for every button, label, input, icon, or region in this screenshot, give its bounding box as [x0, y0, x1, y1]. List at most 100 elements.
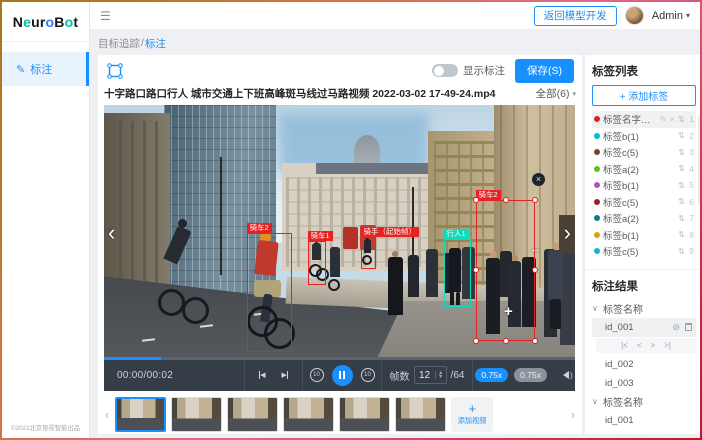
- resize-handle[interactable]: [503, 197, 509, 203]
- speed-pill[interactable]: 0.75x: [514, 368, 547, 382]
- video-thumbnail[interactable]: [395, 397, 446, 432]
- tag-shortcut: 7: [688, 213, 694, 223]
- thumbs-prev-arrow[interactable]: ‹: [104, 407, 110, 422]
- tag-row[interactable]: 标签b(1) ⇅ 8: [592, 227, 696, 244]
- tag-row[interactable]: 标签名字最长数... ✎ × ⇅ 1: [592, 111, 696, 128]
- resize-handle[interactable]: [503, 338, 509, 344]
- tag-row[interactable]: 标签c(5) ⇅ 3: [592, 144, 696, 161]
- video-thumbnail[interactable]: [171, 397, 222, 432]
- video-thumbnail[interactable]: [283, 397, 334, 432]
- spin-down-icon[interactable]: ▼: [438, 375, 443, 379]
- pause-button[interactable]: [332, 365, 353, 386]
- pager-next[interactable]: >: [651, 341, 656, 350]
- scrollbar[interactable]: [698, 115, 700, 205]
- bbox-rider2[interactable]: 骑车2: [247, 233, 292, 352]
- scene-roof: [316, 163, 432, 174]
- result-item[interactable]: id_001: [592, 411, 696, 430]
- add-tag-button[interactable]: + 添加标签: [592, 85, 696, 106]
- resize-cursor-icon: ↔: [530, 243, 541, 255]
- bbox-rider1[interactable]: 骑车1: [308, 241, 326, 285]
- thumbs-next-arrow[interactable]: ›: [570, 407, 576, 422]
- logo-letter: N: [13, 14, 23, 30]
- speed-pill-active[interactable]: 0.75x: [475, 368, 508, 382]
- rect-select-tool-icon[interactable]: [106, 62, 124, 80]
- result-group-name: 标签名称: [603, 301, 643, 316]
- tag-shortcut: 6: [688, 197, 694, 207]
- back-to-model-dev-button[interactable]: 返回模型开发: [534, 6, 617, 26]
- edit-icon[interactable]: ✎: [660, 114, 667, 125]
- resize-handle[interactable]: [532, 197, 538, 203]
- result-item[interactable]: id_003: [592, 374, 696, 393]
- collapse-menu-icon[interactable]: ☰: [100, 9, 111, 23]
- logo-letter: ur: [31, 14, 45, 30]
- bbox-rider-startframe[interactable]: 骑手（起始帧）: [361, 237, 376, 269]
- tag-row[interactable]: 标签a(2) ⇅ 7: [592, 210, 696, 227]
- result-group-header[interactable]: ∨ 标签名称: [592, 393, 696, 411]
- pager-prev[interactable]: <: [637, 341, 642, 350]
- video-title: 十字路口路口行人 城市交通上下班高峰斑马线过马路视频 2022-03-02 17…: [104, 86, 496, 101]
- delete-box-icon[interactable]: ×: [532, 173, 545, 186]
- tag-color-dot: [594, 182, 600, 188]
- add-video-button[interactable]: + 添加视频: [451, 397, 493, 432]
- sort-icon: ⇅: [678, 163, 685, 174]
- frame-number-value: 12: [415, 370, 435, 381]
- tag-color-dot: [594, 248, 600, 254]
- add-video-label: 添加视频: [458, 416, 487, 426]
- tag-row[interactable]: 标签c(5) ⇅ 6: [592, 194, 696, 211]
- move-cursor-icon: +: [504, 303, 513, 320]
- pager-first[interactable]: |<: [621, 341, 628, 350]
- sort-icon: ⇅: [678, 180, 685, 191]
- delete-icon[interactable]: ×: [670, 114, 675, 124]
- tag-row[interactable]: 标签a(2) ⇅ 4: [592, 161, 696, 178]
- tag-shortcut: 5: [688, 180, 694, 190]
- skip-back-10-button[interactable]: 10: [310, 368, 324, 382]
- app-logo: NeuroBot: [2, 2, 89, 42]
- filter-dropdown[interactable]: 全部(6) ▾: [536, 86, 576, 101]
- skip-forward-10-button[interactable]: 10: [361, 368, 375, 382]
- save-button[interactable]: 保存(S): [515, 59, 574, 83]
- hide-icon[interactable]: ⊘: [672, 322, 680, 333]
- volume-arc: ): [570, 371, 573, 380]
- labels-panel: 标签列表 + 添加标签 标签名字最长数... ✎ × ⇅ 1 标签b(1) ⇅: [585, 55, 700, 434]
- player-controls: 00:00/00:02 ◀ ▶ 10 10: [104, 360, 575, 391]
- video-frame[interactable]: 骑车2 骑车1 骑手（起始帧） 行人1: [104, 105, 575, 357]
- sort-icon: ⇅: [678, 196, 685, 207]
- resize-handle[interactable]: [473, 197, 479, 203]
- prev-frame-button[interactable]: ◀: [259, 371, 266, 379]
- video-thumbnail[interactable]: [339, 397, 390, 432]
- resize-handle[interactable]: [473, 267, 479, 273]
- result-group-header[interactable]: ∨ 标签名称: [592, 300, 696, 318]
- tag-name: 标签a(2): [603, 162, 675, 176]
- tag-name: 标签b(1): [603, 178, 675, 192]
- tag-row[interactable]: 标签c(5) ⇅ 9: [592, 243, 696, 260]
- pager-last[interactable]: >|: [664, 341, 671, 350]
- video-thumbnail[interactable]: [115, 397, 166, 432]
- top-bar: ☰ 返回模型开发 Admin ▾: [90, 2, 700, 30]
- tag-name: 标签c(5): [603, 195, 675, 209]
- resize-handle[interactable]: [473, 338, 479, 344]
- divider: [585, 269, 700, 270]
- prev-video-arrow[interactable]: ‹: [108, 223, 115, 243]
- avatar[interactable]: [625, 6, 644, 25]
- pencil-icon: ✎: [16, 63, 25, 76]
- show-annotations-toggle[interactable]: [432, 64, 458, 77]
- sidebar-item-annotate[interactable]: ✎ 标注: [2, 52, 89, 86]
- resize-handle[interactable]: [532, 338, 538, 344]
- result-item[interactable]: id_002: [592, 430, 696, 435]
- tag-shortcut: 2: [688, 131, 694, 141]
- next-video-arrow[interactable]: ›: [564, 223, 571, 243]
- frame-number-input[interactable]: 12 ▲ ▼: [414, 366, 447, 384]
- frame-stepper[interactable]: ▲ ▼: [435, 371, 446, 379]
- next-frame-button[interactable]: ▶: [282, 371, 289, 379]
- tag-row[interactable]: 标签b(1) ⇅ 5: [592, 177, 696, 194]
- content-area: 目标追踪 / 标注: [90, 30, 700, 438]
- result-item[interactable]: id_002: [592, 355, 696, 374]
- user-menu[interactable]: Admin ▾: [652, 10, 690, 22]
- result-item-selected[interactable]: id_001 ⊘: [592, 318, 696, 337]
- tag-row[interactable]: 标签b(1) ⇅ 2: [592, 128, 696, 145]
- trash-icon[interactable]: [685, 323, 692, 331]
- volume-icon[interactable]: ): [559, 371, 573, 380]
- video-thumbnail[interactable]: [227, 397, 278, 432]
- breadcrumb-parent[interactable]: 目标追踪: [98, 36, 140, 51]
- bbox-pedestrian1[interactable]: 行人1: [444, 239, 471, 307]
